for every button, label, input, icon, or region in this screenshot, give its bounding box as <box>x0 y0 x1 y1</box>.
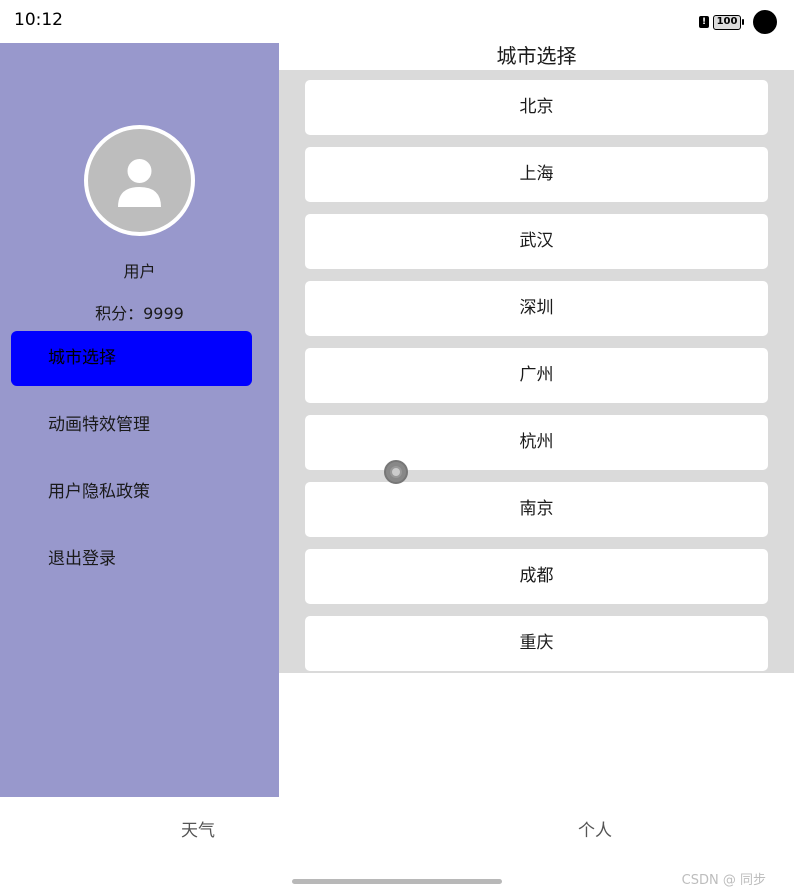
main-panel: 城市选择 北京 上海 武汉 深圳 广州 杭州 南京 成都 重庆 <box>279 43 794 797</box>
menu-item-logout[interactable]: 退出登录 <box>11 532 252 587</box>
menu-item-privacy-policy[interactable]: 用户隐私政策 <box>11 465 252 520</box>
menu-item-city-select[interactable]: 城市选择 <box>11 331 252 386</box>
city-item-beijing[interactable]: 北京 <box>305 80 768 135</box>
bottom-tab-bar: 天气 个人 CSDN @ 同步 <box>0 797 794 891</box>
city-list[interactable]: 北京 上海 武汉 深圳 广州 杭州 南京 成都 重庆 <box>279 70 794 673</box>
status-bar: 10:12 ! 100 <box>0 0 794 43</box>
city-item-nanjing[interactable]: 南京 <box>305 482 768 537</box>
status-icons: ! 100 <box>699 10 777 34</box>
user-points: 积分：9999 <box>95 304 184 323</box>
home-indicator[interactable] <box>292 879 502 884</box>
city-item-shanghai[interactable]: 上海 <box>305 147 768 202</box>
battery-alert-icon: ! <box>699 16 709 28</box>
city-item-shenzhen[interactable]: 深圳 <box>305 281 768 336</box>
city-item-hangzhou[interactable]: 杭州 <box>305 415 768 470</box>
pointer-cursor-icon <box>384 460 408 484</box>
avatar[interactable] <box>84 125 195 236</box>
watermark: CSDN @ 同步 <box>681 873 766 888</box>
sidebar: 用户 积分：9999 城市选择 动画特效管理 用户隐私政策 退出登录 <box>0 43 279 797</box>
tab-personal[interactable]: 个人 <box>578 816 612 841</box>
city-item-wuhan[interactable]: 武汉 <box>305 214 768 269</box>
status-time: 10:12 <box>14 10 63 30</box>
menu-item-animation-effects[interactable]: 动画特效管理 <box>11 398 252 453</box>
tab-weather[interactable]: 天气 <box>181 816 215 841</box>
page-title: 城市选择 <box>496 44 577 68</box>
city-item-chengdu[interactable]: 成都 <box>305 549 768 604</box>
user-icon <box>118 159 161 207</box>
city-item-chongqing[interactable]: 重庆 <box>305 616 768 671</box>
city-item-guangzhou[interactable]: 广州 <box>305 348 768 403</box>
user-name: 用户 <box>123 262 156 281</box>
camera-cutout <box>753 10 777 34</box>
battery-icon: 100 <box>713 14 744 30</box>
